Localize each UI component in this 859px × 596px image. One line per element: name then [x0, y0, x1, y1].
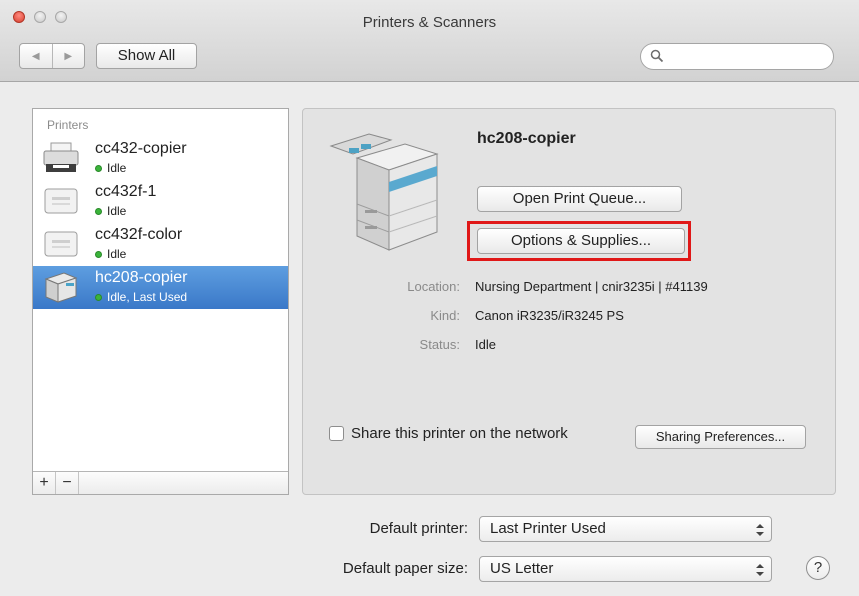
printer-detail-panel: hc208-copier Open Print Queue... Options… [302, 108, 836, 495]
default-printer-popup[interactable]: Last Printer Used [479, 516, 772, 542]
kind-value: Canon iR3235/iR3245 PS [475, 308, 624, 323]
status-dot-icon [95, 164, 102, 172]
selected-printer-name: hc208-copier [477, 130, 576, 147]
open-print-queue-button[interactable]: Open Print Queue... [477, 186, 682, 212]
show-all-button[interactable]: Show All [96, 43, 197, 69]
search-icon [650, 49, 664, 63]
printer-list[interactable]: Printers cc432-copier Idle cc432f-1 Idle [32, 108, 289, 495]
default-paper-size-label: Default paper size: [342, 560, 468, 577]
back-arrow-icon: ◀ [31, 50, 40, 62]
printer-status: Idle [107, 204, 127, 218]
printer-list-item[interactable]: cc432f-1 Idle [33, 180, 288, 223]
status-dot-icon [95, 293, 102, 301]
back-button[interactable]: ◀ [20, 44, 52, 68]
share-printer-label: Share this printer on the network [351, 425, 568, 442]
printer-list-item[interactable]: cc432-copier Idle [33, 137, 288, 180]
printer-name: cc432f-color [95, 226, 183, 243]
copier-icon [44, 272, 78, 303]
highlight-box [467, 221, 691, 261]
share-printer-option[interactable]: Share this printer on the network [329, 425, 568, 442]
printer-status-row: Idle, Last Used [95, 290, 187, 304]
default-printer-value: Last Printer Used [490, 520, 606, 537]
help-button[interactable]: ? [806, 556, 830, 580]
printer-name: cc432-copier [95, 140, 187, 157]
forward-arrow-icon: ▶ [64, 50, 73, 62]
printer-status: Idle [107, 161, 127, 175]
printer-list-item[interactable]: cc432f-color Idle [33, 223, 288, 266]
default-paper-size-popup[interactable]: US Letter [479, 556, 772, 582]
share-printer-checkbox[interactable] [329, 426, 344, 441]
printer-icon [43, 142, 79, 172]
printer-name: hc208-copier [95, 269, 188, 286]
status-dot-icon [95, 207, 102, 215]
window-title: Printers & Scanners [362, 14, 497, 31]
printer-status-row: Idle [95, 161, 126, 175]
default-printer-label: Default printer: [369, 520, 468, 537]
location-value: Nursing Department | cnir3235i | #41139 [475, 279, 708, 294]
copier-large-icon [329, 133, 439, 251]
location-key: Location: [407, 279, 460, 294]
kind-key: Kind: [430, 308, 460, 323]
sharing-preferences-button[interactable]: Sharing Preferences... [635, 425, 806, 449]
printer-list-footer: + − [33, 471, 288, 494]
status-value: Idle [475, 337, 496, 352]
status-key: Status: [419, 337, 460, 352]
popup-arrows-icon [756, 524, 764, 536]
search-field[interactable] [640, 43, 834, 70]
add-printer-button[interactable]: + [33, 472, 56, 494]
printer-icon [44, 188, 78, 214]
printer-status-row: Idle [95, 204, 126, 218]
popup-arrows-icon [756, 564, 764, 576]
printer-name: cc432f-1 [95, 183, 157, 200]
default-paper-size-value: US Letter [490, 560, 554, 577]
window-titlebar: Printers & Scanners ◀ ▶ Show All [0, 0, 859, 82]
back-forward-buttons: ◀ ▶ [19, 43, 85, 69]
printer-status: Idle [107, 247, 127, 261]
printer-status-row: Idle [95, 247, 126, 261]
printer-status: Idle, Last Used [107, 290, 188, 304]
forward-button[interactable]: ▶ [51, 44, 85, 68]
remove-printer-button[interactable]: − [56, 472, 79, 494]
printer-icon [44, 231, 78, 257]
printer-list-heading: Printers [47, 118, 89, 132]
printer-list-item-selected[interactable]: hc208-copier Idle, Last Used [33, 266, 288, 309]
status-dot-icon [95, 250, 102, 258]
